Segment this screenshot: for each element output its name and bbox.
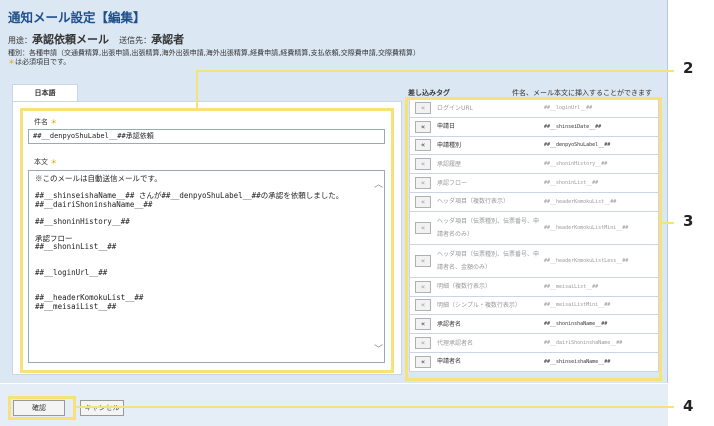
settings-window: 通知メール設定【編集】 用途：承認依頼メール 送信先：承認者 種別：各種申請（交… — [0, 0, 668, 426]
tab-japanese[interactable]: 日本語 — [12, 84, 78, 102]
highlight-box-4 — [8, 396, 76, 420]
highlight-box-2 — [20, 108, 394, 373]
sender-value: 承認者 — [151, 33, 185, 46]
callout-3: 3 — [683, 212, 694, 230]
callout-line-2-vertical — [196, 70, 198, 108]
required-note-text: は必須項目です。 — [15, 58, 71, 66]
usage-prefix: 用途： — [8, 36, 32, 45]
highlight-box-3 — [405, 97, 662, 381]
callout-line-4 — [76, 406, 674, 408]
required-note: ＊は必須項目です。 — [8, 57, 70, 67]
callout-4: 4 — [683, 397, 694, 415]
page-title: 通知メール設定【編集】 — [8, 10, 146, 25]
cancel-button[interactable]: キャンセル — [80, 400, 124, 416]
callout-2: 2 — [683, 59, 694, 77]
callout-line-2 — [196, 70, 674, 72]
usage-value: 承認依頼メール — [32, 33, 109, 46]
callout-line-3 — [662, 222, 674, 224]
sender-prefix: 送信先： — [119, 36, 152, 45]
required-mark: ＊ — [8, 58, 15, 66]
usage-line: 用途：承認依頼メール 送信先：承認者 — [8, 31, 184, 47]
